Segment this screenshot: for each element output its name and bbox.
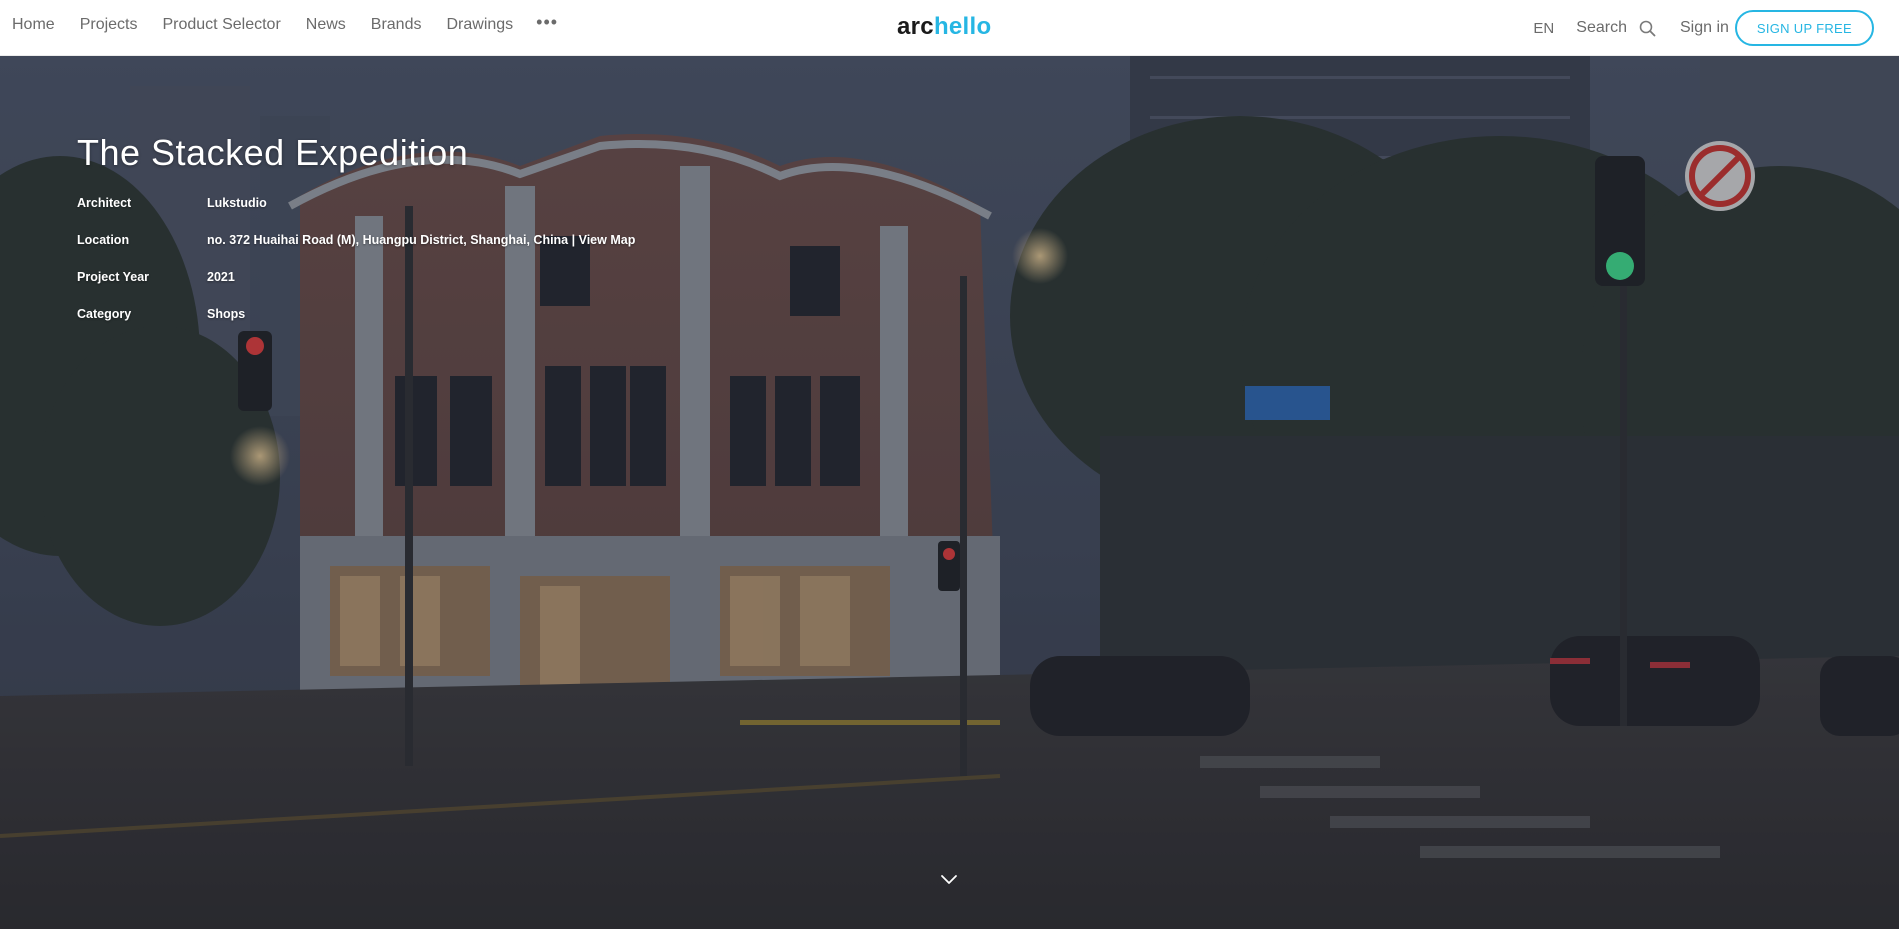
location-text: no. 372 Huaihai Road (M), Huangpu Distri…: [207, 233, 576, 247]
architect-link[interactable]: Lukstudio: [207, 196, 267, 210]
meta-category: Category Shops: [77, 307, 635, 321]
search-button[interactable]: Search: [1576, 19, 1656, 37]
meta-label: Project Year: [77, 270, 150, 284]
location-value: no. 372 Huaihai Road (M), Huangpu Distri…: [207, 233, 635, 247]
meta-label: Architect: [77, 196, 132, 210]
language-selector[interactable]: EN: [1533, 20, 1554, 37]
meta-label: Category: [77, 307, 132, 321]
search-label: Search: [1576, 19, 1627, 36]
search-icon: [1639, 20, 1656, 37]
sign-up-button[interactable]: SIGN UP FREE: [1734, 10, 1874, 46]
nav-home[interactable]: Home: [12, 0, 55, 53]
nav-news[interactable]: News: [306, 0, 346, 53]
more-menu-icon[interactable]: •••: [536, 12, 558, 33]
logo-text-dark: arc: [897, 13, 934, 40]
logo-text-blue: ello: [948, 13, 992, 40]
project-details: The Stacked Expedition Architect Lukstud…: [77, 132, 635, 344]
top-navigation: Home Projects Product Selector News Bran…: [0, 0, 1899, 56]
chevron-down-icon[interactable]: [940, 873, 958, 885]
site-logo[interactable]: archello: [897, 10, 991, 44]
sign-in-link[interactable]: Sign in: [1680, 19, 1729, 37]
hero-banner: The Stacked Expedition Architect Lukstud…: [0, 56, 1899, 929]
logo-text-accent: h: [933, 13, 949, 40]
meta-location: Location no. 372 Huaihai Road (M), Huang…: [77, 233, 635, 247]
meta-architect: Architect Lukstudio: [77, 196, 635, 210]
year-value: 2021: [207, 270, 235, 284]
nav-brands[interactable]: Brands: [371, 0, 422, 53]
category-link[interactable]: Shops: [207, 307, 245, 321]
account-area: EN Search Sign in SIGN UP FREE: [1533, 0, 1874, 56]
main-menu: Home Projects Product Selector News Bran…: [0, 0, 558, 55]
nav-drawings[interactable]: Drawings: [446, 0, 513, 53]
meta-label: Location: [77, 233, 130, 247]
project-title: The Stacked Expedition: [77, 132, 469, 173]
meta-year: Project Year 2021: [77, 270, 635, 284]
nav-projects[interactable]: Projects: [80, 0, 138, 53]
view-map-link[interactable]: View Map: [579, 233, 636, 247]
nav-product-selector[interactable]: Product Selector: [162, 0, 280, 53]
